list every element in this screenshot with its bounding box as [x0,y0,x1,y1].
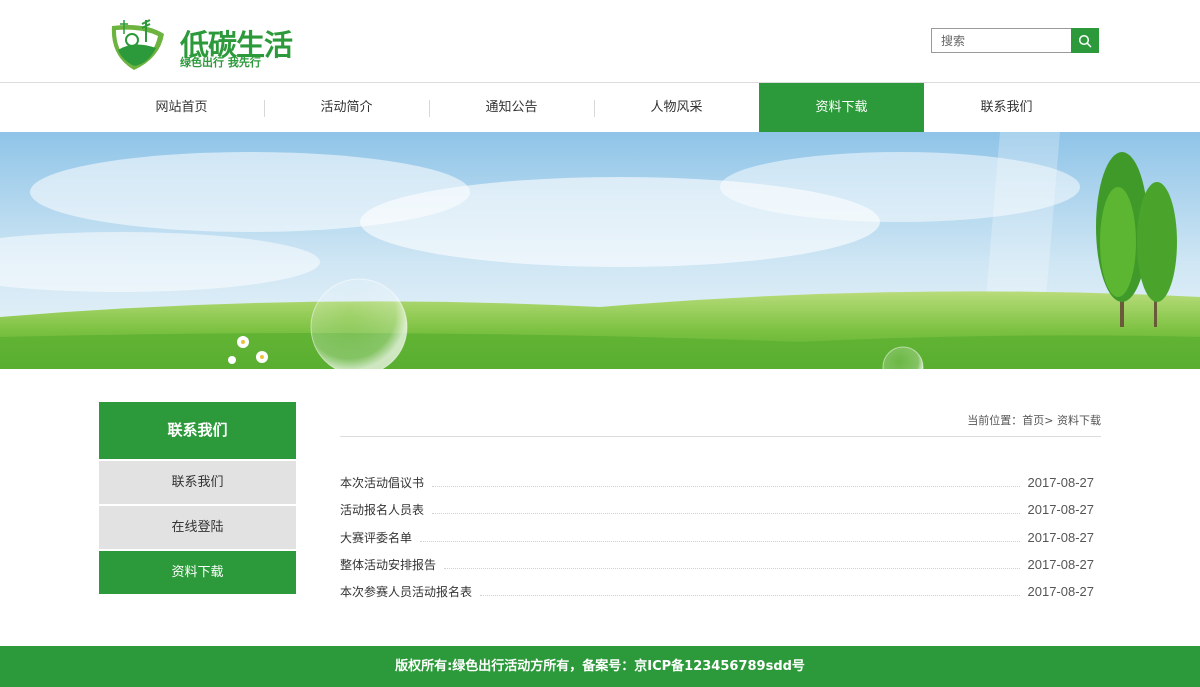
list-item-date: 2017-08-27 [1027,529,1095,545]
footer: 版权所有:绿色出行活动方所有，备案号：京ICP备123456789sdd号 [0,646,1200,687]
sidebar: 联系我们 联系我们 在线登陆 资料下载 [99,402,296,594]
eco-emblem-icon [111,19,164,70]
breadcrumb-current: 资料下载 [1057,414,1101,427]
nav-item-contact[interactable]: 联系我们 [924,83,1089,132]
site-logo[interactable]: 低碳生活 绿色出行 我先行 [106,14,306,74]
nav-item-people[interactable]: 人物风采 [594,83,759,132]
breadcrumb-home-link[interactable]: 首页 [1022,414,1044,427]
list-item-date: 2017-08-27 [1027,557,1095,573]
list-item: 活动报名人员表 2017-08-27 [340,496,1094,523]
search-box [931,28,1099,53]
list-item-title[interactable]: 大赛评委名单 [340,529,412,546]
landscape-illustration [0,132,1200,369]
nav-item-downloads[interactable]: 资料下载 [759,83,924,132]
sidebar-heading: 联系我们 [99,402,296,459]
nav-item-home[interactable]: 网站首页 [99,83,264,132]
dotted-leader [480,595,1020,597]
sidebar-item-downloads[interactable]: 资料下载 [99,551,296,594]
dotted-leader [432,486,1020,488]
header: 低碳生活 绿色出行 我先行 [0,0,1200,83]
list-item-title[interactable]: 本次活动倡议书 [340,474,424,491]
dotted-leader [444,568,1020,570]
list-item-title[interactable]: 活动报名人员表 [340,501,424,518]
nav-item-notices[interactable]: 通知公告 [429,83,594,132]
list-item: 本次活动倡议书 2017-08-27 [340,469,1094,496]
dotted-leader [420,540,1020,542]
main-nav: 网站首页 活动简介 通知公告 人物风采 资料下载 联系我们 [0,83,1200,132]
list-item-date: 2017-08-27 [1027,502,1095,518]
search-icon [1078,34,1092,47]
list-item-date: 2017-08-27 [1027,584,1095,600]
list-item: 整体活动安排报告 2017-08-27 [340,551,1094,578]
breadcrumb-prefix: 当前位置： [967,414,1023,427]
sidebar-item-contact[interactable]: 联系我们 [99,461,296,504]
footer-copyright: 版权所有:绿色出行活动方所有，备案号：京ICP备123456789sdd号 [395,659,805,674]
banner-image [0,132,1200,369]
sidebar-item-login[interactable]: 在线登陆 [99,506,296,549]
list-item-title[interactable]: 本次参赛人员活动报名表 [340,583,472,600]
download-list: 本次活动倡议书 2017-08-27 活动报名人员表 2017-08-27 大赛… [340,469,1094,605]
logo-subtitle: 绿色出行 我先行 [180,56,261,69]
breadcrumb-separator: > [1044,414,1054,427]
breadcrumb: 当前位置：首页> 资料下载 [340,412,1101,437]
list-item-date: 2017-08-27 [1027,475,1095,491]
nav-item-about[interactable]: 活动简介 [264,83,429,132]
dotted-leader [432,513,1020,515]
list-item: 大赛评委名单 2017-08-27 [340,524,1094,551]
search-button[interactable] [1071,28,1099,53]
list-item: 本次参赛人员活动报名表 2017-08-27 [340,578,1094,605]
list-item-title[interactable]: 整体活动安排报告 [340,556,436,573]
search-input[interactable] [931,28,1071,53]
